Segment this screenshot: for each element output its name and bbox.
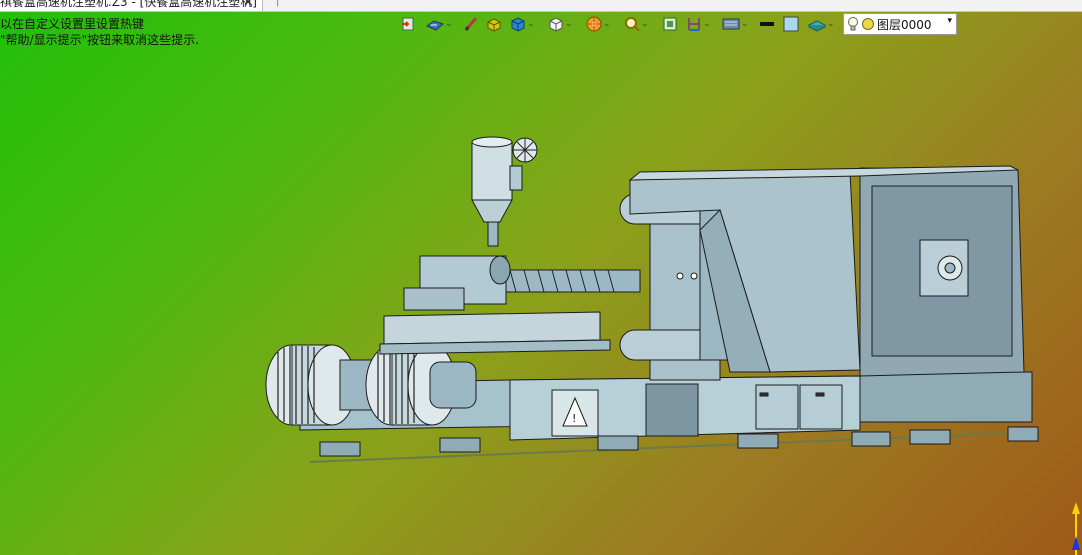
axis-triad-icon [1072,502,1080,555]
3d-viewport[interactable]: 祺餐盒高速机注塑机.Z3 - [快餐盒高速机注塑机] ✕ | 以在自定义设置里设… [0,0,1082,555]
machine-model[interactable]: ! [0,0,1082,555]
warning-icon: ! [572,412,576,425]
